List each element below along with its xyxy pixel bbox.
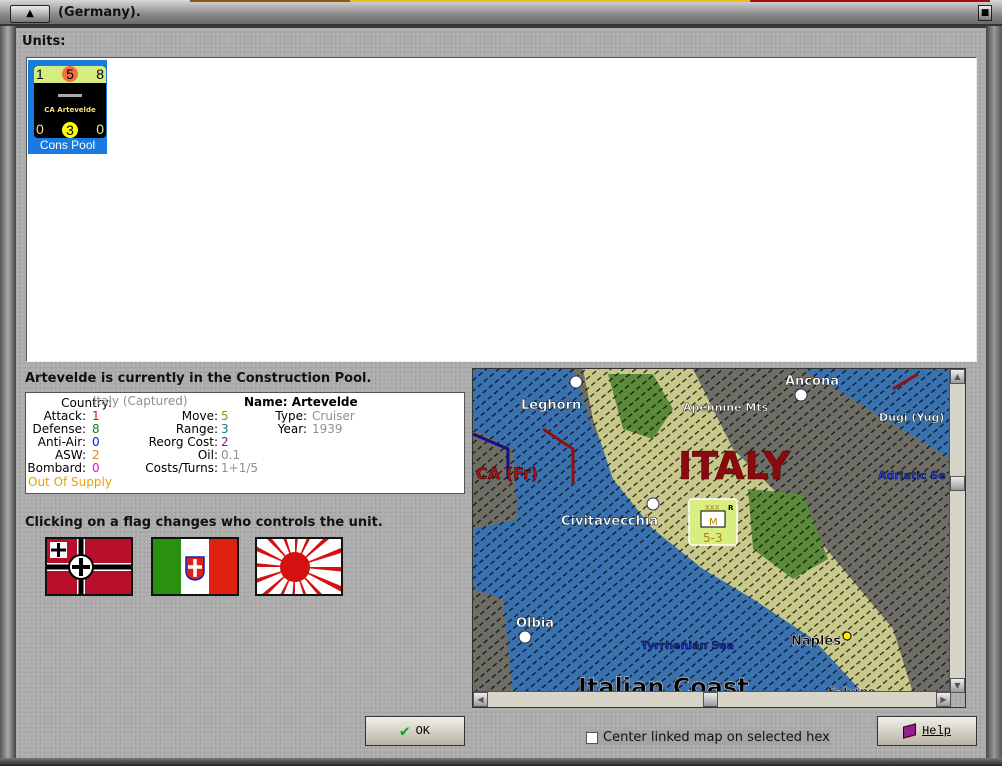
scroll-down-button[interactable]: ▼ — [950, 678, 965, 693]
map-label-tyrrhenian: Tyrrhenian Sea — [641, 639, 734, 652]
map-label-ancona: Ancona — [785, 374, 839, 389]
flag-italy[interactable] — [151, 537, 239, 596]
help-book-icon — [903, 723, 917, 739]
map-label-leghorn: Leghorn — [521, 398, 581, 413]
map-label-civitavecchia: Civitavecchia — [561, 514, 658, 529]
unit-range: 3 — [62, 122, 78, 138]
help-button[interactable]: Help — [877, 716, 977, 746]
map-horizontal-scrollbar[interactable]: ◀ ▶ — [473, 691, 951, 707]
country-value: Italy (Captured) — [93, 394, 188, 408]
flag-japan[interactable] — [255, 537, 343, 596]
flag-instruction: Clicking on a flag changes who controls … — [25, 515, 383, 530]
unit-attack: 1 — [36, 66, 44, 82]
name-label: Name: — [244, 395, 288, 409]
name-value: Artevelde — [291, 395, 358, 409]
horizontal-scroll-thumb[interactable] — [703, 692, 718, 707]
german-ensign-icon — [47, 539, 131, 594]
close-button[interactable]: ■ — [978, 5, 992, 21]
costs-value: 1+1/5 — [221, 461, 259, 475]
unit-item[interactable]: 1 5 8 CA Artevelde 0 3 0 Cons Pool — [28, 60, 107, 154]
unit-bombard: 0 — [96, 121, 104, 137]
unit-caption: Cons Pool — [39, 138, 96, 152]
flag-germany[interactable] — [45, 537, 133, 596]
center-map-checkbox[interactable]: Center linked map on selected hex — [586, 730, 830, 745]
map-label-italy: ITALY — [678, 444, 791, 488]
map-label-naples: Naples — [791, 634, 841, 649]
unit-details: Country: Italy (Captured) Attack: 1 Defe… — [25, 392, 465, 494]
map-unit-strength: 5-3 — [703, 531, 723, 545]
left-frame — [0, 26, 16, 766]
vertical-scroll-thumb[interactable] — [950, 476, 965, 491]
minimize-button[interactable]: ▲ — [10, 5, 50, 23]
linked-map[interactable]: Leghorn Ancona Apennine Mts Dugi (Yug) I… — [472, 368, 966, 708]
map-label-apennine: Apennine Mts — [683, 401, 769, 414]
unit-name: CA Artevelde — [44, 106, 96, 114]
scroll-up-button[interactable]: ▲ — [950, 369, 965, 384]
checkbox-label: Center linked map on selected hex — [603, 730, 830, 745]
supply-status: Out Of Supply — [28, 475, 112, 489]
units-label: Units: — [22, 34, 66, 49]
bottom-frame — [0, 758, 1002, 766]
year-value: 1939 — [312, 422, 343, 436]
map-unit-flag: R — [728, 504, 734, 512]
year-label: Year: — [277, 422, 307, 436]
ok-label: OK — [415, 724, 431, 738]
bombard-value: 0 — [92, 461, 100, 475]
map-vertical-scrollbar[interactable]: ▲ ▼ — [949, 369, 965, 693]
checkbox-box[interactable] — [586, 731, 598, 744]
map-unit-size: XXX — [705, 504, 720, 512]
checkmark-icon: ✔ — [399, 723, 410, 741]
unit-defense: 8 — [96, 66, 104, 82]
map-label-olbia: Olbia — [516, 616, 554, 631]
scroll-right-button[interactable]: ▶ — [936, 692, 951, 707]
unit-aa: 0 — [36, 121, 44, 137]
help-label: Help — [922, 724, 951, 738]
right-frame — [986, 26, 1002, 766]
map-label-corsica: CA (Fr) — [476, 464, 538, 483]
unit-counter: 1 5 8 CA Artevelde 0 3 0 — [34, 66, 106, 138]
units-list[interactable]: 1 5 8 CA Artevelde 0 3 0 Cons Pool — [26, 57, 977, 362]
map-label-adriatic: Adriatic Se — [878, 469, 946, 482]
ship-icon — [58, 94, 82, 97]
map-unit-type: M — [709, 517, 718, 528]
bombard-label: Bombard: — [27, 461, 86, 475]
italian-flag-icon — [153, 539, 237, 594]
rising-sun-flag-icon — [257, 539, 341, 594]
costs-label: Costs/Turns: — [145, 461, 218, 475]
map-label-dugi: Dugi (Yug) — [879, 411, 944, 424]
map-label-coast: Italian Coast — [578, 673, 749, 693]
map-view[interactable]: Leghorn Ancona Apennine Mts Dugi (Yug) I… — [473, 369, 951, 701]
map-unit-counter[interactable]: XXX R M 5-3 — [688, 498, 738, 546]
title-accent — [190, 0, 990, 2]
city-marker-naples — [842, 631, 852, 641]
title-bar: ▲ (Germany). ■ — [0, 0, 1002, 26]
ok-button[interactable]: ✔ OK — [365, 716, 465, 746]
window-title: (Germany). — [58, 5, 141, 20]
unit-move: 5 — [62, 66, 78, 82]
scroll-left-button[interactable]: ◀ — [473, 692, 488, 707]
status-text: Artevelde is currently in the Constructi… — [25, 371, 372, 386]
